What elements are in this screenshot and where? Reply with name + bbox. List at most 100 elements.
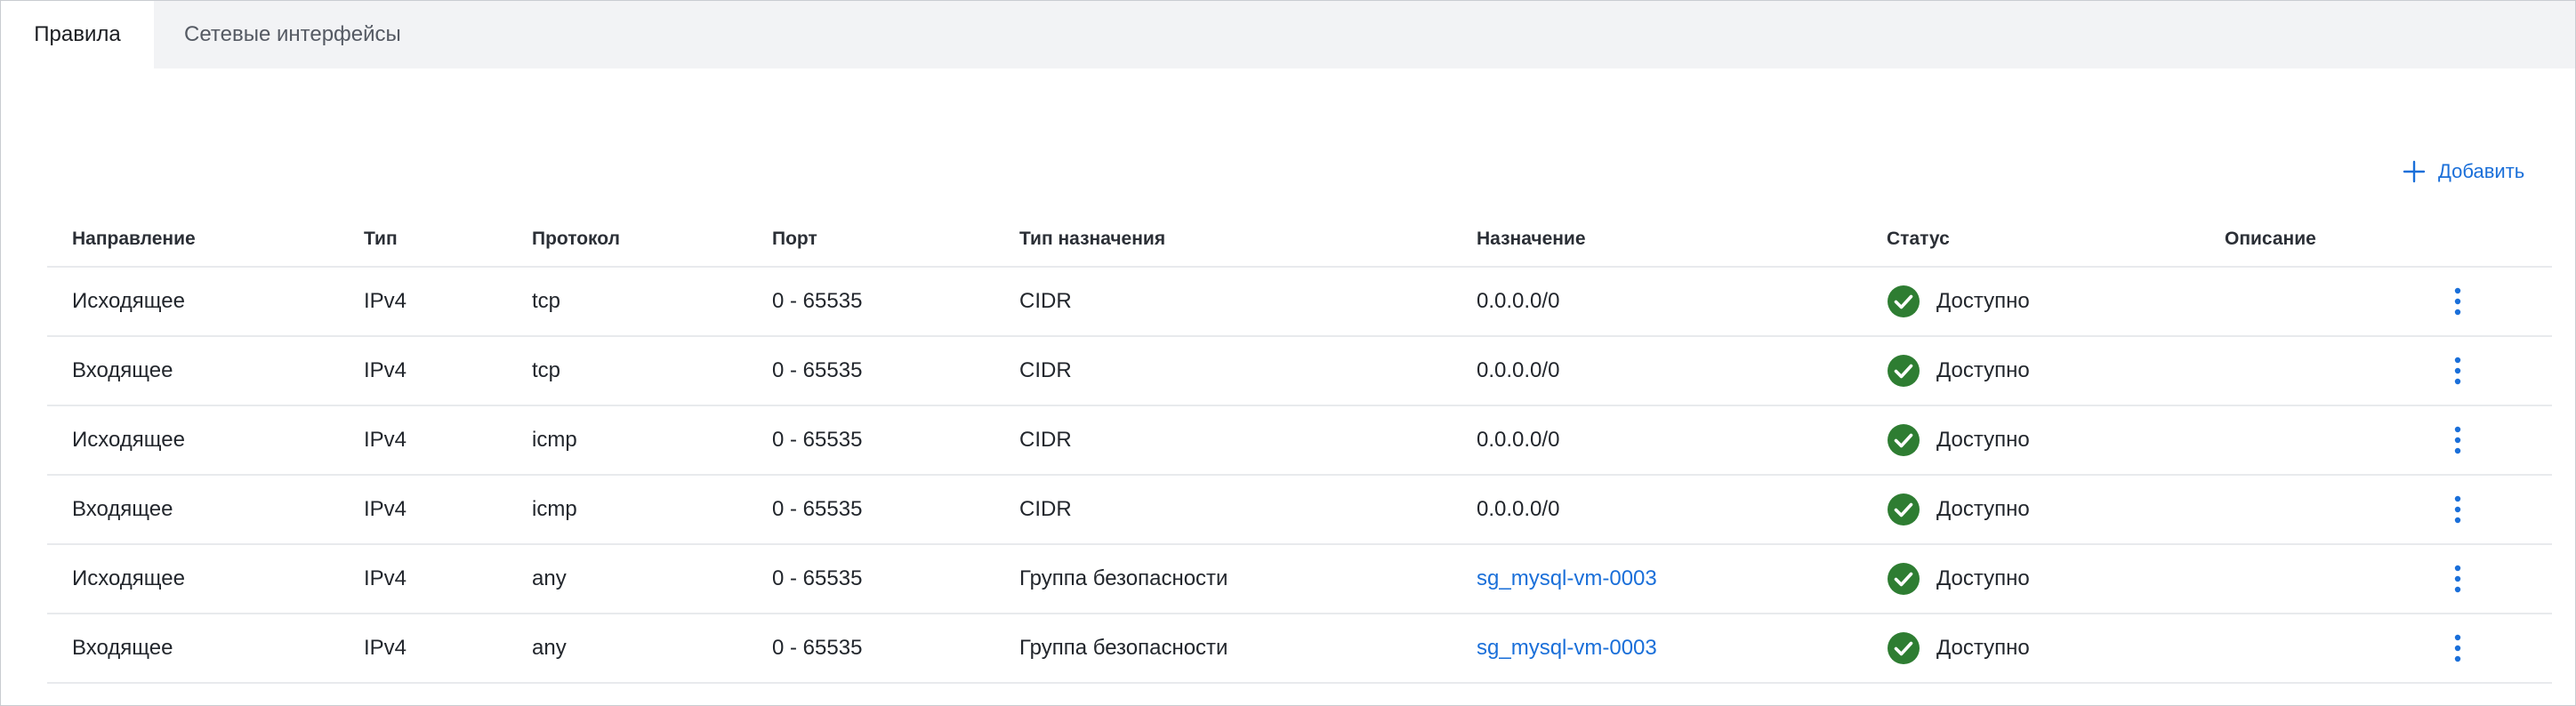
kebab-menu-icon	[2454, 565, 2461, 593]
cell-status: Доступно	[1887, 545, 2030, 613]
cell-destination: sg_mysql-vm-0003	[1477, 545, 1657, 613]
kebab-menu-icon	[2454, 287, 2461, 316]
cell-protocol: any	[532, 566, 567, 590]
cell-direction: Исходящее	[72, 289, 185, 313]
row-actions-button[interactable]	[2440, 268, 2475, 335]
cell-port: 0 - 65535	[772, 428, 863, 452]
cell-destination-type: Группа безопасности	[1019, 636, 1228, 660]
tab-bar: Правила Сетевые интерфейсы	[1, 1, 2575, 68]
table-row: Входящее IPv4 tcp 0 - 65535 CIDR 0.0.0.0…	[47, 337, 2552, 406]
cell-protocol: tcp	[532, 289, 561, 313]
cell-destination-type: CIDR	[1019, 358, 1072, 382]
cell-protocol: any	[532, 636, 567, 660]
status-indicator: Доступно	[1887, 562, 2030, 596]
cell-type: IPv4	[364, 566, 407, 590]
table-row: Исходящее IPv4 any 0 - 65535 Группа безо…	[47, 545, 2552, 614]
cell-type: IPv4	[364, 289, 407, 313]
kebab-menu-icon	[2454, 495, 2461, 524]
table-row: Исходящее IPv4 tcp 0 - 65535 CIDR 0.0.0.…	[47, 268, 2552, 337]
status-indicator: Доступно	[1887, 354, 2030, 388]
security-group-link[interactable]: sg_mysql-vm-0003	[1477, 566, 1657, 591]
check-circle-icon	[1888, 285, 1920, 317]
security-group-link[interactable]: sg_mysql-vm-0003	[1477, 636, 1657, 661]
cell-destination-type: CIDR	[1019, 497, 1072, 521]
check-circle-icon	[1888, 424, 1920, 456]
destination-value: 0.0.0.0/0	[1477, 428, 1560, 452]
cell-protocol: tcp	[532, 358, 561, 382]
row-actions-button[interactable]	[2440, 337, 2475, 405]
table-row: Входящее IPv4 icmp 0 - 65535 CIDR 0.0.0.…	[47, 476, 2552, 545]
column-header-type: Тип	[364, 229, 398, 249]
cell-direction: Исходящее	[72, 428, 185, 452]
plus-icon	[2403, 160, 2426, 183]
kebab-menu-icon	[2454, 357, 2461, 385]
table-row: Входящее IPv4 any 0 - 65535 Группа безоп…	[47, 614, 2552, 684]
status-indicator: Доступно	[1887, 493, 2030, 526]
column-header-status: Статус	[1887, 229, 1950, 249]
column-header-port: Порт	[772, 229, 817, 249]
cell-type: IPv4	[364, 497, 407, 521]
cell-destination: 0.0.0.0/0	[1477, 476, 1559, 543]
cell-protocol: icmp	[532, 428, 577, 452]
cell-port: 0 - 65535	[772, 289, 863, 313]
cell-status: Доступно	[1887, 406, 2030, 474]
cell-destination-type: Группа безопасности	[1019, 566, 1228, 590]
row-actions-button[interactable]	[2440, 406, 2475, 474]
column-header-direction: Направление	[72, 229, 196, 249]
status-label: Доступно	[1936, 566, 2030, 590]
tab-network-interfaces[interactable]: Сетевые интерфейсы	[184, 1, 401, 68]
cell-type: IPv4	[364, 636, 407, 660]
cell-port: 0 - 65535	[772, 566, 863, 590]
cell-destination: sg_mysql-vm-0003	[1477, 614, 1657, 682]
status-label: Доступно	[1936, 636, 2030, 660]
cell-destination: 0.0.0.0/0	[1477, 268, 1559, 335]
cell-destination-type: CIDR	[1019, 428, 1072, 452]
cell-status: Доступно	[1887, 614, 2030, 682]
status-indicator: Доступно	[1887, 631, 2030, 665]
cell-type: IPv4	[364, 358, 407, 382]
column-header-destination-type: Тип назначения	[1019, 229, 1166, 249]
cell-direction: Исходящее	[72, 566, 185, 590]
kebab-menu-icon	[2454, 634, 2461, 662]
row-actions-button[interactable]	[2440, 476, 2475, 543]
table-body: Исходящее IPv4 tcp 0 - 65535 CIDR 0.0.0.…	[47, 268, 2552, 684]
rules-table: Направление Тип Протокол Порт Тип назнач…	[47, 213, 2552, 684]
cell-direction: Входящее	[72, 497, 173, 521]
add-rule-label: Добавить	[2438, 160, 2525, 182]
cell-status: Доступно	[1887, 268, 2030, 335]
tab-rules[interactable]: Правила	[1, 1, 154, 68]
check-circle-icon	[1888, 355, 1920, 387]
status-label: Доступно	[1936, 497, 2030, 521]
check-circle-icon	[1888, 632, 1920, 664]
status-indicator: Доступно	[1887, 423, 2030, 457]
kebab-menu-icon	[2454, 426, 2461, 454]
status-label: Доступно	[1936, 289, 2030, 313]
row-actions-button[interactable]	[2440, 545, 2475, 613]
destination-value: 0.0.0.0/0	[1477, 289, 1560, 313]
status-indicator: Доступно	[1887, 285, 2030, 318]
cell-type: IPv4	[364, 428, 407, 452]
cell-destination: 0.0.0.0/0	[1477, 337, 1559, 405]
row-actions-button[interactable]	[2440, 614, 2475, 682]
table-row: Исходящее IPv4 icmp 0 - 65535 CIDR 0.0.0…	[47, 406, 2552, 476]
cell-port: 0 - 65535	[772, 497, 863, 521]
column-header-destination: Назначение	[1477, 229, 1586, 249]
cell-protocol: icmp	[532, 497, 577, 521]
status-label: Доступно	[1936, 428, 2030, 452]
add-rule-button[interactable]: Добавить	[2403, 156, 2524, 188]
table-header: Направление Тип Протокол Порт Тип назнач…	[47, 213, 2552, 268]
cell-direction: Входящее	[72, 636, 173, 660]
cell-port: 0 - 65535	[772, 358, 863, 382]
cell-status: Доступно	[1887, 476, 2030, 543]
check-circle-icon	[1888, 563, 1920, 595]
security-group-panel: Правила Сетевые интерфейсы Добавить Напр…	[0, 0, 2576, 706]
status-label: Доступно	[1936, 358, 2030, 382]
destination-value: 0.0.0.0/0	[1477, 497, 1560, 521]
cell-port: 0 - 65535	[772, 636, 863, 660]
cell-direction: Входящее	[72, 358, 173, 382]
column-header-protocol: Протокол	[532, 229, 620, 249]
column-header-description: Описание	[2225, 229, 2316, 249]
cell-destination-type: CIDR	[1019, 289, 1072, 313]
check-circle-icon	[1888, 493, 1920, 525]
destination-value: 0.0.0.0/0	[1477, 358, 1560, 382]
